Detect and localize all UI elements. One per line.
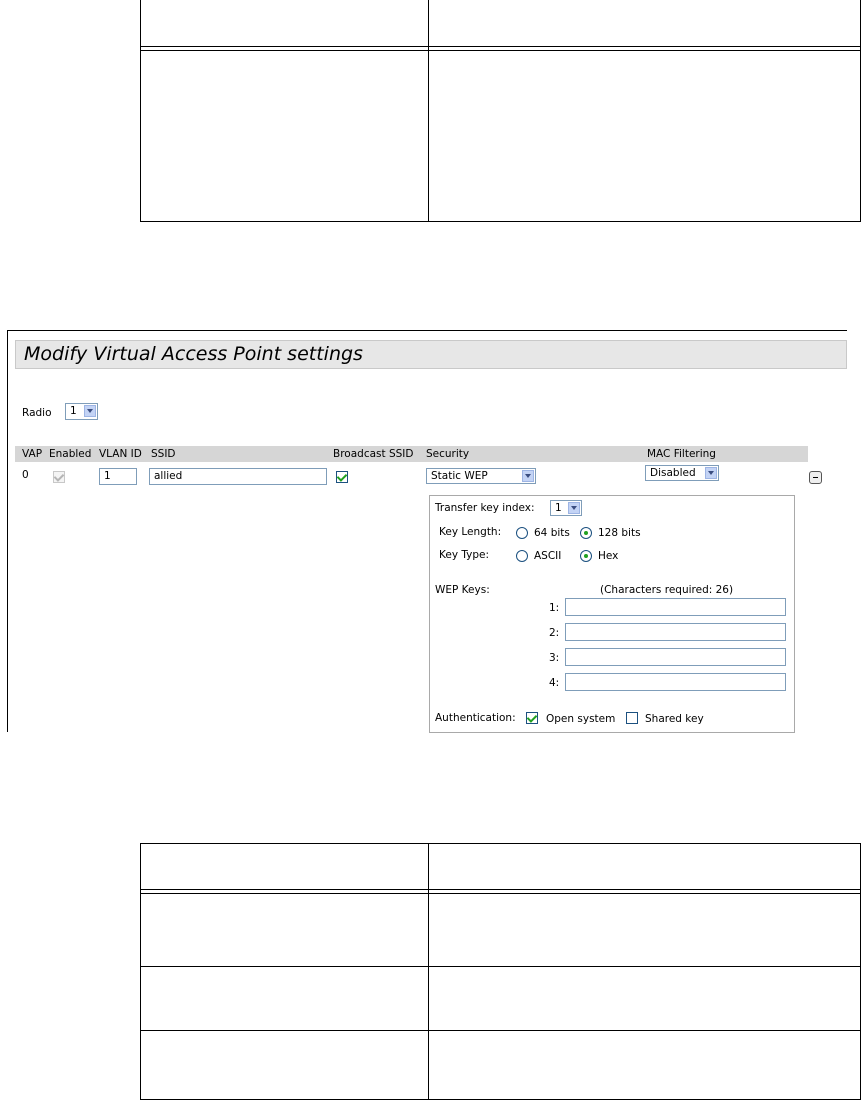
header-vlan-id: VLAN ID <box>99 448 142 460</box>
chevron-down-icon <box>84 405 96 417</box>
radio-select[interactable]: 1 <box>65 403 98 420</box>
mac-filtering-value: Disabled <box>650 467 696 479</box>
key-type-label: Key Type: <box>439 549 490 561</box>
open-system-checkbox[interactable] <box>526 712 538 724</box>
enabled-checkbox[interactable] <box>53 471 65 483</box>
wep-keys-label: WEP Keys: <box>435 584 490 596</box>
transfer-key-index-select[interactable]: 1 <box>550 500 582 516</box>
wep-settings-box: Transfer key index: 1 Key Length: 64 bit… <box>429 495 795 733</box>
ssid-value: allied <box>154 470 183 482</box>
mac-filtering-select[interactable]: Disabled <box>645 465 719 481</box>
top-table <box>140 0 861 222</box>
wep-key-4-label: 4: <box>549 677 560 689</box>
wep-key-3-input[interactable] <box>565 648 786 666</box>
key-length-64-radio[interactable] <box>516 527 528 539</box>
authentication-label: Authentication: <box>435 712 516 724</box>
top-table-column-divider <box>428 0 429 221</box>
transfer-key-index-label: Transfer key index: <box>435 502 535 514</box>
header-ssid: SSID <box>151 448 176 460</box>
shared-key-checkbox[interactable] <box>626 712 638 724</box>
key-type-ascii-label: ASCII <box>534 550 562 562</box>
open-system-label: Open system <box>546 713 616 725</box>
vlan-id-value: 1 <box>104 470 111 482</box>
bottom-table <box>140 843 861 1100</box>
bottom-table-header-line-double <box>141 893 860 894</box>
key-type-hex-label: Hex <box>598 550 619 562</box>
transfer-key-index-value: 1 <box>555 502 562 514</box>
remove-vap-button[interactable] <box>809 471 822 484</box>
key-length-128-radio[interactable] <box>580 527 592 539</box>
key-length-label: Key Length: <box>439 526 502 538</box>
vap-number: 0 <box>22 469 29 481</box>
panel-title-banner: Modify Virtual Access Point settings <box>15 340 847 369</box>
security-value: Static WEP <box>431 470 488 482</box>
panel-title: Modify Virtual Access Point settings <box>24 343 363 365</box>
bottom-table-row-divider <box>141 1030 860 1031</box>
key-length-64-label: 64 bits <box>534 527 570 539</box>
bottom-table-column-divider <box>428 844 429 1099</box>
chars-required-note: (Characters required: 26) <box>600 584 734 596</box>
header-security: Security <box>426 448 470 460</box>
wep-key-2-input[interactable] <box>565 623 786 641</box>
wep-key-4-input[interactable] <box>565 673 786 691</box>
header-mac-filtering: MAC Filtering <box>647 448 716 460</box>
header-broadcast-ssid: Broadcast SSID <box>333 448 414 460</box>
wep-key-3-label: 3: <box>549 652 560 664</box>
wep-key-2-label: 2: <box>549 627 560 639</box>
bottom-table-row-divider <box>141 966 860 967</box>
bottom-table-header-line <box>141 889 860 890</box>
security-select[interactable]: Static WEP <box>426 468 536 484</box>
chevron-down-icon <box>522 470 534 482</box>
header-enabled: Enabled <box>49 448 92 460</box>
chevron-down-icon <box>705 467 717 479</box>
radio-select-value: 1 <box>70 405 77 417</box>
key-type-ascii-radio[interactable] <box>516 550 528 562</box>
top-table-header-line <box>141 46 860 47</box>
vlan-id-input[interactable]: 1 <box>99 468 137 485</box>
wep-key-1-label: 1: <box>549 602 560 614</box>
broadcast-ssid-checkbox[interactable] <box>336 471 348 483</box>
shared-key-label: Shared key <box>645 713 704 725</box>
wep-key-1-input[interactable] <box>565 598 786 616</box>
top-table-header-line-double <box>141 50 860 51</box>
radio-label: Radio <box>22 407 52 419</box>
key-type-hex-radio[interactable] <box>580 550 592 562</box>
chevron-down-icon <box>568 502 580 514</box>
header-vap: VAP <box>22 448 43 460</box>
vap-settings-panel: Modify Virtual Access Point settings Rad… <box>7 330 847 733</box>
key-length-128-label: 128 bits <box>598 527 641 539</box>
ssid-input[interactable]: allied <box>149 468 327 485</box>
